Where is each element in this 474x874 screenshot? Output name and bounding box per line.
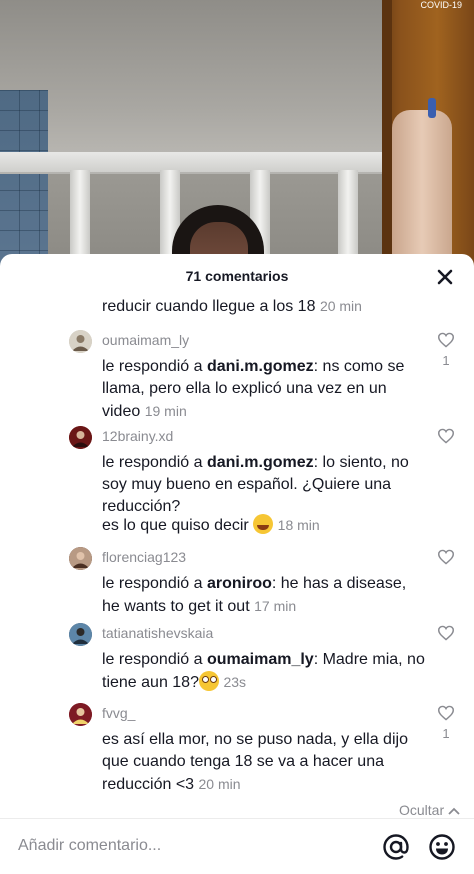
heart-icon (437, 625, 455, 641)
comment-text: es lo que quiso decir (102, 517, 249, 534)
comment-username[interactable]: tatianatishevskaia (102, 625, 213, 641)
like-button[interactable] (437, 625, 455, 646)
hide-label: Ocultar (398, 802, 445, 818)
comment-username[interactable]: florenciag123 (102, 549, 186, 565)
towel (392, 110, 452, 270)
smiley-icon (429, 834, 455, 860)
reply-prefix: le respondió a (102, 358, 207, 375)
covid-label[interactable]: COVID-19 (420, 0, 462, 10)
close-button[interactable] (434, 266, 456, 288)
heart-icon (437, 705, 455, 721)
reply-mention[interactable]: oumaimam_ly (207, 651, 314, 668)
comment-text: es así ella mor, no se puso nada, y ella… (102, 731, 408, 793)
like-count: 1 (442, 353, 450, 368)
comment-input-bar (0, 818, 474, 874)
comment-body: le respondió a oumaimam_ly: Madre mia, n… (102, 649, 427, 694)
laughing-emoji-icon (253, 514, 274, 534)
avatar[interactable] (69, 547, 92, 570)
comment-partial: reducir cuando llegue a los 18 20 min (102, 298, 362, 316)
comment-body-second-line: es lo que quiso decir 18 min (102, 514, 427, 537)
comment-time: 23s (223, 674, 247, 690)
like-button[interactable]: 1 (437, 705, 455, 741)
avatar-image (69, 330, 92, 353)
comment-time: 19 min (144, 403, 187, 419)
heart-icon (437, 428, 455, 444)
video-background: COVID-19 (0, 0, 474, 270)
comment-username[interactable]: 12brainy.xd (102, 428, 173, 444)
avatar-image (69, 426, 92, 449)
reply-prefix: le respondió a (102, 454, 207, 471)
comment-body: le respondió a dani.m.gomez: lo siento, … (102, 452, 427, 518)
flushed-emoji-icon (198, 671, 219, 691)
close-icon (437, 269, 453, 285)
comment-time: 20 min (319, 298, 362, 314)
like-count: 1 (442, 726, 450, 741)
at-sign-icon (383, 834, 409, 860)
reply-prefix: le respondió a (102, 575, 207, 592)
avatar-image (69, 703, 92, 726)
comments-count-title: 71 comentarios (185, 268, 289, 284)
door-frame (382, 0, 392, 270)
avatar[interactable] (69, 623, 92, 646)
wall-tiles (0, 90, 48, 270)
like-button[interactable] (437, 428, 455, 449)
comments-sheet: 71 comentarios reducir cuando llegue a l… (0, 254, 474, 874)
emoji-button[interactable] (428, 833, 456, 861)
reply-prefix: le respondió a (102, 651, 207, 668)
comment-username[interactable]: oumaimam_ly (102, 332, 189, 348)
heart-icon (437, 549, 455, 565)
comment-time: 17 min (254, 598, 297, 614)
sheet-header: 71 comentarios (0, 254, 474, 298)
like-button[interactable]: 1 (437, 332, 455, 368)
comment-body: le respondió a aroniroo: he has a diseas… (102, 573, 427, 618)
comment-username[interactable]: fvvg_ (102, 705, 135, 721)
comment-body: es así ella mor, no se puso nada, y ella… (102, 729, 427, 796)
chevron-up-icon (448, 807, 460, 815)
avatar[interactable] (69, 703, 92, 726)
reply-mention[interactable]: dani.m.gomez (207, 454, 314, 471)
comment-input[interactable] (18, 837, 348, 855)
reply-mention[interactable]: dani.m.gomez (207, 358, 314, 375)
mention-button[interactable] (382, 833, 410, 861)
hide-replies-link[interactable]: Ocultar (399, 802, 460, 818)
comment-time: 20 min (198, 776, 241, 792)
avatar[interactable] (69, 426, 92, 449)
like-button[interactable] (437, 549, 455, 570)
comment-time: 18 min (277, 517, 320, 533)
comment-body: le respondió a dani.m.gomez: ns como se … (102, 356, 427, 423)
comment-text: reducir cuando llegue a los 18 (102, 298, 316, 315)
avatar[interactable] (69, 330, 92, 353)
towel-hook (428, 98, 436, 118)
shower-rail (0, 152, 390, 174)
avatar-image (69, 547, 92, 570)
heart-icon (437, 332, 455, 348)
avatar-image (69, 623, 92, 646)
reply-mention[interactable]: aroniroo (207, 575, 272, 592)
